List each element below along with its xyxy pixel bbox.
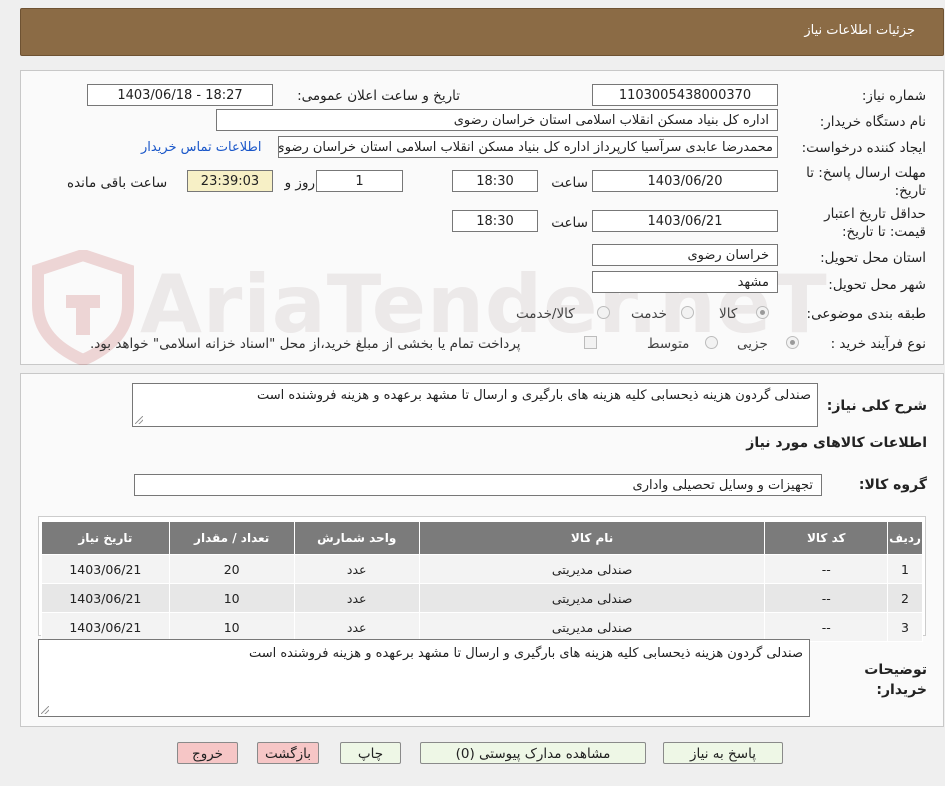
summary-text: صندلی گردون هزینه ذیحسابی کلیه هزینه های… bbox=[256, 388, 811, 403]
unit: عدد bbox=[293, 554, 420, 584]
price-validity-label: حداقل تاریخ اعتبار قیمت: تا تاریخ: bbox=[824, 206, 926, 240]
buyer-notes-text: صندلی گردون هزینه ذیحسابی کلیه هزینه های… bbox=[248, 646, 803, 661]
category-label: طبقه بندی موضوعی: bbox=[806, 306, 926, 322]
buyer-notes-label: توضیحات خریدار: bbox=[864, 662, 927, 698]
page-title: جزئیات اطلاعات نیاز bbox=[804, 23, 915, 38]
buyer-org-label: نام دستگاه خریدار: bbox=[819, 114, 926, 130]
process-medium-option: متوسط bbox=[647, 336, 690, 352]
days-remaining-field[interactable]: 1 bbox=[316, 170, 403, 192]
col-goods-code: کد کالا bbox=[764, 521, 889, 555]
goods-table-header: ردیف کد کالا نام کالا واحد شمارش تعداد /… bbox=[41, 521, 923, 555]
category-goods-option: کالا bbox=[719, 306, 738, 322]
table-row[interactable]: 1 -- صندلی مدیریتی عدد 20 1403/06/21 bbox=[41, 554, 923, 584]
goods-table-container: ردیف کد کالا نام کالا واحد شمارش تعداد /… bbox=[38, 516, 926, 642]
print-button[interactable]: چاپ bbox=[340, 742, 401, 764]
unit: عدد bbox=[293, 612, 420, 642]
category-goods-radio[interactable] bbox=[756, 306, 769, 319]
city-label: شهر محل تحویل: bbox=[828, 277, 926, 293]
city-field[interactable]: مشهد bbox=[592, 271, 778, 293]
need-date: 1403/06/21 bbox=[41, 612, 170, 642]
goods-code: -- bbox=[764, 583, 889, 613]
process-type-label: نوع فرآیند خرید : bbox=[830, 336, 926, 352]
goods-name: صندلی مدیریتی bbox=[418, 612, 766, 642]
reply-deadline-label: مهلت ارسال پاسخ: تا تاریخ: bbox=[806, 165, 926, 199]
requester-field[interactable]: محمدرضا عابدی سرآسیا کارپرداز اداره کل ب… bbox=[278, 136, 778, 158]
remaining-time-field: 23:39:03 bbox=[187, 170, 273, 192]
reply-time-field[interactable]: 18:30 bbox=[452, 170, 538, 192]
announce-label: تاریخ و ساعت اعلان عمومی: bbox=[297, 88, 460, 104]
row-number: 3 bbox=[887, 612, 923, 642]
reply-time-label: ساعت bbox=[551, 175, 588, 191]
goods-section-title: اطلاعات کالاهای مورد نیاز bbox=[746, 435, 927, 451]
process-minor-radio[interactable] bbox=[786, 336, 799, 349]
col-row-number: ردیف bbox=[887, 521, 923, 555]
province-field[interactable]: خراسان رضوی bbox=[592, 244, 778, 266]
goods-code: -- bbox=[764, 612, 889, 642]
col-unit: واحد شمارش bbox=[293, 521, 420, 555]
price-validity-time-label: ساعت bbox=[551, 215, 588, 231]
quantity: 20 bbox=[168, 554, 295, 584]
need-number-field[interactable]: 1103005438000370 bbox=[592, 84, 778, 106]
buyer-contact-link[interactable]: اطلاعات تماس خریدار bbox=[141, 140, 261, 155]
need-number-label: شماره نیاز: bbox=[861, 88, 926, 104]
summary-label: شرح کلی نیاز: bbox=[826, 398, 927, 414]
row-number: 2 bbox=[887, 583, 923, 613]
category-goods-service-option: کالا/خدمت bbox=[516, 306, 575, 322]
treasury-payment-checkbox[interactable] bbox=[584, 336, 597, 349]
quantity: 10 bbox=[168, 612, 295, 642]
process-minor-option: جزیی bbox=[737, 336, 768, 352]
category-service-option: خدمت bbox=[631, 306, 667, 322]
province-label: استان محل تحویل: bbox=[820, 250, 926, 266]
quantity: 10 bbox=[168, 583, 295, 613]
back-button[interactable]: بازگشت bbox=[257, 742, 319, 764]
row-number: 1 bbox=[887, 554, 923, 584]
page-header: جزئیات اطلاعات نیاز bbox=[20, 8, 944, 56]
buyer-notes-textarea[interactable]: صندلی گردون هزینه ذیحسابی کلیه هزینه های… bbox=[38, 639, 810, 717]
reply-date-field[interactable]: 1403/06/20 bbox=[592, 170, 778, 192]
goods-code: -- bbox=[764, 554, 889, 584]
resize-grip-icon[interactable] bbox=[135, 416, 143, 424]
col-need-date: تاریخ نیاز bbox=[41, 521, 170, 555]
need-date: 1403/06/21 bbox=[41, 583, 170, 613]
category-service-radio[interactable] bbox=[681, 306, 694, 319]
table-row[interactable]: 3 -- صندلی مدیریتی عدد 10 1403/06/21 bbox=[41, 612, 923, 642]
unit: عدد bbox=[293, 583, 420, 613]
goods-group-field[interactable]: تجهیزات و وسایل تحصیلی واداری bbox=[134, 474, 822, 496]
goods-group-label: گروه کالا: bbox=[858, 477, 927, 493]
resize-grip-icon[interactable] bbox=[41, 706, 49, 714]
need-date: 1403/06/21 bbox=[41, 554, 170, 584]
goods-name: صندلی مدیریتی bbox=[418, 554, 766, 584]
day-and-label: روز و bbox=[284, 175, 315, 191]
summary-textarea[interactable]: صندلی گردون هزینه ذیحسابی کلیه هزینه های… bbox=[132, 383, 818, 427]
col-goods-name: نام کالا bbox=[418, 521, 766, 555]
col-quantity: تعداد / مقدار bbox=[168, 521, 295, 555]
exit-button[interactable]: خروج bbox=[177, 742, 238, 764]
goods-name: صندلی مدیریتی bbox=[418, 583, 766, 613]
buyer-org-field[interactable]: اداره کل بنیاد مسکن انقلاب اسلامی استان … bbox=[216, 109, 778, 131]
treasury-payment-note: پرداخت تمام یا بخشی از مبلغ خرید،از محل … bbox=[90, 336, 521, 352]
price-validity-time-field[interactable]: 18:30 bbox=[452, 210, 538, 232]
price-validity-date-field[interactable]: 1403/06/21 bbox=[592, 210, 778, 232]
remaining-time-label: ساعت باقی مانده bbox=[67, 175, 168, 191]
reply-button[interactable]: پاسخ به نیاز bbox=[663, 742, 783, 764]
process-medium-radio[interactable] bbox=[705, 336, 718, 349]
view-attachments-button[interactable]: مشاهده مدارک پیوستی (0) bbox=[420, 742, 646, 764]
table-row[interactable]: 2 -- صندلی مدیریتی عدد 10 1403/06/21 bbox=[41, 583, 923, 613]
announce-field[interactable]: 1403/06/18 - 18:27 bbox=[87, 84, 273, 106]
requester-label: ایجاد کننده درخواست: bbox=[801, 140, 926, 156]
goods-table: ردیف کد کالا نام کالا واحد شمارش تعداد /… bbox=[41, 521, 923, 642]
category-goods-service-radio[interactable] bbox=[597, 306, 610, 319]
